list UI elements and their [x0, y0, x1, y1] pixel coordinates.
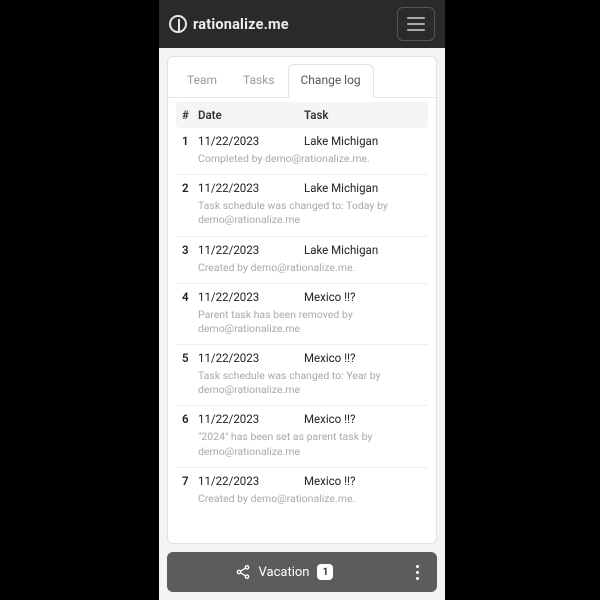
- tab-tasks[interactable]: Tasks: [230, 64, 288, 98]
- brain-icon: [169, 15, 187, 33]
- row-date: 11/22/2023: [198, 474, 304, 488]
- row-date: 11/22/2023: [198, 181, 304, 195]
- row-num: 1: [182, 134, 198, 148]
- table-row[interactable]: 411/22/2023Mexico !!?Parent task has bee…: [176, 284, 428, 345]
- change-log-table: # Date Task 111/22/2023Lake MichiganComp…: [168, 98, 436, 518]
- brand[interactable]: rationalize.me: [169, 15, 289, 33]
- table-body: 111/22/2023Lake MichiganCompleted by dem…: [176, 128, 428, 514]
- table-row[interactable]: 611/22/2023Mexico !!?"2024" has been set…: [176, 406, 428, 467]
- kebab-icon: [416, 565, 419, 568]
- footer-more-button[interactable]: [401, 556, 433, 588]
- table-header: # Date Task: [176, 102, 428, 128]
- tab-team[interactable]: Team: [174, 64, 230, 98]
- row-task: Mexico !!?: [304, 290, 422, 304]
- app-header: rationalize.me: [159, 0, 445, 48]
- row-task: Lake Michigan: [304, 134, 422, 148]
- row-num: 6: [182, 412, 198, 426]
- row-task: Lake Michigan: [304, 181, 422, 195]
- row-num: 4: [182, 290, 198, 304]
- row-date: 11/22/2023: [198, 412, 304, 426]
- menu-button[interactable]: [397, 7, 435, 41]
- row-detail: Created by demo@rationalize.me.: [182, 488, 422, 508]
- table-row[interactable]: 711/22/2023Mexico !!?Created by demo@rat…: [176, 468, 428, 514]
- brand-name: rationalize.me: [193, 16, 289, 33]
- row-task: Lake Michigan: [304, 243, 422, 257]
- row-task: Mexico !!?: [304, 351, 422, 365]
- hamburger-icon: [407, 17, 425, 19]
- tabs: Team Tasks Change log: [168, 57, 436, 98]
- row-task: Mexico !!?: [304, 474, 422, 488]
- table-row[interactable]: 311/22/2023Lake MichiganCreated by demo@…: [176, 237, 428, 284]
- share-icon: [235, 564, 251, 580]
- row-num: 2: [182, 181, 198, 195]
- row-detail: Completed by demo@rationalize.me.: [182, 148, 422, 168]
- footer-main-button[interactable]: Vacation 1: [167, 564, 401, 580]
- row-date: 11/22/2023: [198, 134, 304, 148]
- table-row[interactable]: 511/22/2023Mexico !!?Task schedule was c…: [176, 345, 428, 406]
- col-header-num: #: [182, 108, 198, 122]
- footer-badge: 1: [317, 564, 333, 580]
- row-detail: Task schedule was changed to: Today by d…: [182, 195, 422, 229]
- row-date: 11/22/2023: [198, 243, 304, 257]
- tab-change-log[interactable]: Change log: [288, 64, 374, 98]
- app-viewport: rationalize.me Team Tasks Change log # D…: [159, 0, 445, 600]
- row-num: 3: [182, 243, 198, 257]
- row-date: 11/22/2023: [198, 351, 304, 365]
- main-card: Team Tasks Change log # Date Task 111/22…: [167, 56, 437, 544]
- row-task: Mexico !!?: [304, 412, 422, 426]
- row-detail: Parent task has been removed by demo@rat…: [182, 304, 422, 338]
- row-detail: Created by demo@rationalize.me.: [182, 257, 422, 277]
- table-row[interactable]: 111/22/2023Lake MichiganCompleted by dem…: [176, 128, 428, 175]
- row-date: 11/22/2023: [198, 290, 304, 304]
- row-detail: Task schedule was changed to: Year by de…: [182, 365, 422, 399]
- footer-label: Vacation: [259, 565, 310, 580]
- col-header-task: Task: [304, 108, 422, 122]
- row-num: 7: [182, 474, 198, 488]
- table-row[interactable]: 211/22/2023Lake MichiganTask schedule wa…: [176, 175, 428, 236]
- row-num: 5: [182, 351, 198, 365]
- row-detail: "2024" has been set as parent task by de…: [182, 426, 422, 460]
- footer-bar: Vacation 1: [167, 552, 437, 592]
- col-header-date: Date: [198, 108, 304, 122]
